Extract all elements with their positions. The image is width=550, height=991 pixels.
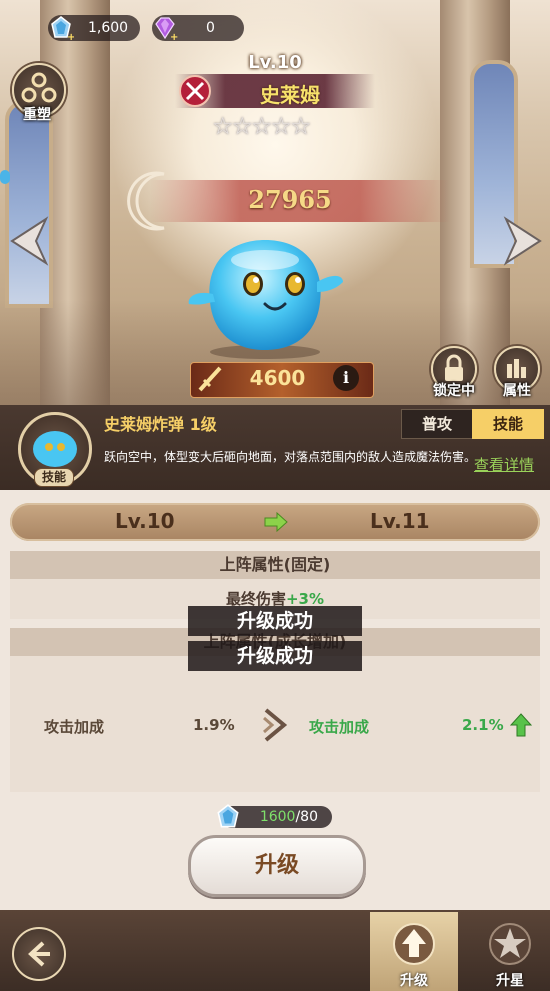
previous-character-arrow-icon[interactable] <box>6 215 52 267</box>
next-character-arrow-icon[interactable] <box>500 215 546 267</box>
crescent-moon-icon <box>127 171 165 231</box>
back-button[interactable] <box>12 927 66 981</box>
attack-value: 4600 <box>249 366 306 390</box>
arrow-right-icon <box>264 511 288 533</box>
back-arrow-icon <box>28 941 50 967</box>
level-to: Lv.11 <box>370 509 430 533</box>
stat-name-after: 攻击加成 <box>309 718 370 736</box>
nav-tab-star-label: 升星 <box>496 973 524 989</box>
slime-character <box>188 240 343 359</box>
view-details-link[interactable]: 查看详情 <box>474 454 534 475</box>
stat-value-after: 2.1% <box>462 716 504 734</box>
star-icon: ☆ <box>290 112 311 140</box>
chevron-right-icon <box>263 708 288 742</box>
cost-need: /80 <box>295 809 318 825</box>
green-up-arrow-icon <box>510 713 532 737</box>
star-icon: ☆ <box>270 112 292 140</box>
lock-label: 锁定中 <box>433 383 475 399</box>
tab-normal-attack[interactable]: 普攻 <box>401 409 473 439</box>
sword-attack-icon <box>198 366 222 392</box>
star-upgrade-icon <box>489 923 531 965</box>
attributes-label: 属性 <box>503 383 531 399</box>
purple-gem-icon[interactable]: + <box>152 15 178 41</box>
info-icon[interactable]: i <box>333 365 359 391</box>
tab-skill[interactable]: 技能 <box>472 409 544 439</box>
stat-value-before: 1.9% <box>193 716 235 734</box>
svg-text:+: + <box>170 32 178 41</box>
reshape-label: 重塑 <box>23 107 51 123</box>
power-value: 27965 <box>248 185 332 214</box>
star-rating: ☆☆☆☆☆ <box>212 112 336 140</box>
upgrade-button-label: 升级 <box>254 853 299 878</box>
bottom-nav <box>0 910 550 991</box>
background-window-left <box>5 100 53 308</box>
cost-have: 1600 <box>259 809 296 825</box>
star-icon: ☆ <box>231 112 253 140</box>
skill-description: 跃向空中，体型变大后砸向地面，对落点范围内的敌人造成魔法伤害。 <box>104 450 477 464</box>
upgrade-arrow-icon <box>393 923 435 965</box>
star-icon: ☆ <box>251 112 272 140</box>
svg-text:+: + <box>67 32 74 41</box>
level-from: Lv.10 <box>115 509 175 533</box>
character-name: 史莱姆 <box>260 83 320 107</box>
crossed-swords-class-icon <box>179 75 211 107</box>
crystal-amount: 1,600 <box>88 20 129 36</box>
side-indicator <box>0 170 10 184</box>
toast-upgrade-success: 升级成功 <box>188 606 362 636</box>
crystal-icon: + <box>51 16 74 41</box>
toast-upgrade-success: 升级成功 <box>188 641 362 671</box>
fixed-stats-header: 上阵属性(固定) <box>10 551 540 579</box>
character-level: Lv.10 <box>248 52 302 73</box>
skill-title: 史莱姆炸弹 1级 <box>104 415 217 434</box>
skill-badge: 技能 <box>34 468 74 487</box>
stat-name-before: 攻击加成 <box>44 718 105 736</box>
star-icon: ☆ <box>212 112 233 140</box>
gem-amount: 0 <box>206 20 215 36</box>
crystal-icon <box>217 804 239 828</box>
nav-tab-upgrade-label: 升级 <box>400 973 428 989</box>
